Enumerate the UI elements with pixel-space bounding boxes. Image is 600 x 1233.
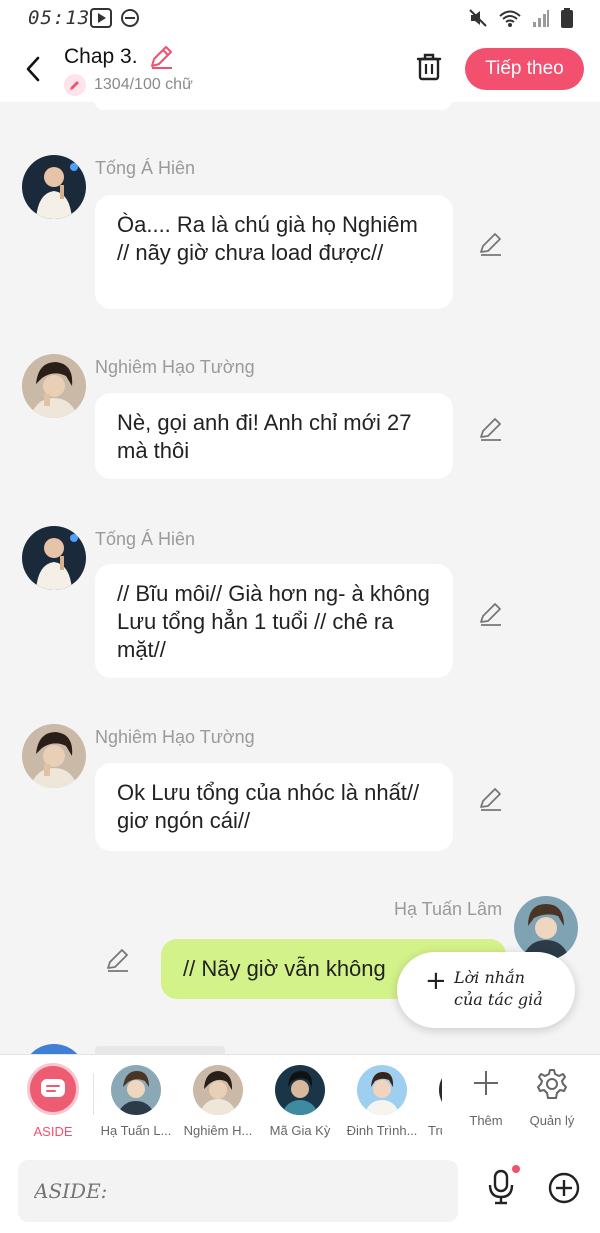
- edit-message-icon[interactable]: [105, 947, 131, 973]
- sender-name: Nghiêm Hạo Tường: [95, 727, 255, 747]
- signal-icon: [533, 10, 549, 27]
- do-not-disturb-icon: [121, 9, 139, 27]
- character-avatar: [439, 1065, 442, 1115]
- message-bubble[interactable]: Òa.... Ra là chú già họ Nghiêm // nãy gi…: [95, 195, 453, 309]
- mute-icon: [469, 9, 487, 27]
- sender-name: Hạ Tuấn Lâm: [394, 899, 503, 919]
- sender-name: Tống Á Hiên: [95, 529, 196, 549]
- edit-message-icon[interactable]: [478, 231, 504, 257]
- pencil-icon: [70, 81, 79, 90]
- plus-icon: [474, 1071, 498, 1095]
- chapter-header: Chap 3. 1304/100 chữ Tiếp theo: [0, 36, 600, 102]
- avatar-partial[interactable]: [22, 1044, 86, 1054]
- battery-icon: [561, 8, 573, 28]
- edit-message-icon[interactable]: [478, 601, 504, 627]
- avatar-tong-a-hien[interactable]: [22, 526, 86, 590]
- edit-title-icon[interactable]: [148, 44, 174, 70]
- word-count-badge: [64, 74, 86, 96]
- character-avatar: [275, 1065, 325, 1115]
- character-avatar: [193, 1065, 243, 1115]
- avatar-ha-tuan-lam[interactable]: [514, 896, 578, 960]
- character-item[interactable]: Hạ Tuấn L...: [94, 1055, 178, 1150]
- avatar-tong-a-hien[interactable]: [22, 155, 86, 219]
- sender-name-partial: [95, 1046, 225, 1054]
- aside-label: ASIDE: [33, 1124, 73, 1139]
- chapter-title: Chap 3.: [64, 45, 138, 68]
- author-note-label: Lời nhắn của tác giả: [454, 968, 543, 1009]
- message-bubble[interactable]: // Bĩu môi// Già hơn ng- à không Lưu tổn…: [95, 564, 453, 678]
- sender-name: Tống Á Hiên: [95, 158, 196, 178]
- character-item[interactable]: Đinh Trình...: [340, 1055, 424, 1150]
- character-avatar: [357, 1065, 407, 1115]
- aside-selector[interactable]: ASIDE: [0, 1055, 94, 1150]
- next-button[interactable]: Tiếp theo: [465, 48, 584, 90]
- author-note-button[interactable]: + Lời nhắn của tác giả: [397, 952, 575, 1028]
- notification-dot: [512, 1165, 520, 1173]
- back-button[interactable]: [18, 52, 48, 86]
- character-name: Trư: [428, 1123, 442, 1138]
- message-bubble[interactable]: Ok Lưu tổng của nhóc là nhất// giơ ngón …: [95, 763, 453, 851]
- edit-message-icon[interactable]: [478, 786, 504, 812]
- plus-icon: +: [425, 966, 447, 996]
- chat-bubble-icon: [41, 1079, 65, 1097]
- character-avatar: [111, 1065, 161, 1115]
- avatar-nghiem-hao-tuong[interactable]: [22, 724, 86, 788]
- character-name: Đinh Trình...: [346, 1123, 418, 1138]
- screen-recorder-icon: [90, 8, 112, 28]
- character-name: Nghiêm H...: [183, 1123, 253, 1138]
- character-name: Mã Gia Kỳ: [269, 1123, 331, 1138]
- status-time: 05:13: [28, 7, 91, 29]
- character-item[interactable]: Mã Gia Kỳ: [258, 1055, 342, 1150]
- character-name: Hạ Tuấn L...: [100, 1123, 172, 1138]
- character-item[interactable]: Trư: [422, 1055, 442, 1150]
- character-bar: ASIDE Hạ Tuấn L... Nghiêm H... Mã Gia Kỳ…: [0, 1054, 600, 1149]
- manage-button[interactable]: Quản lý: [510, 1055, 594, 1150]
- chat-area[interactable]: Tống Á Hiên Òa.... Ra là chú già họ Nghi…: [0, 102, 600, 1054]
- trash-icon[interactable]: [414, 52, 444, 82]
- aside-circle: [27, 1063, 79, 1115]
- sender-name: Nghiêm Hạo Tường: [95, 357, 255, 377]
- gear-icon: [537, 1069, 567, 1099]
- edit-message-icon[interactable]: [478, 416, 504, 442]
- character-item[interactable]: Nghiêm H...: [176, 1055, 260, 1150]
- microphone-icon[interactable]: [486, 1169, 516, 1205]
- manage-label: Quản lý: [529, 1113, 575, 1128]
- previous-message-bubble[interactable]: [94, 102, 452, 110]
- message-input[interactable]: [18, 1160, 458, 1222]
- status-bar: 05:13: [0, 0, 600, 36]
- message-bubble[interactable]: Nè, gọi anh đi! Anh chỉ mới 27 mà thôi: [95, 393, 453, 479]
- wifi-icon: [499, 10, 521, 27]
- avatar-nghiem-hao-tuong[interactable]: [22, 354, 86, 418]
- chevron-left-icon: [26, 56, 40, 82]
- add-circle-icon[interactable]: [547, 1171, 581, 1205]
- input-bar: [0, 1149, 600, 1233]
- word-count: 1304/100 chữ: [94, 76, 193, 93]
